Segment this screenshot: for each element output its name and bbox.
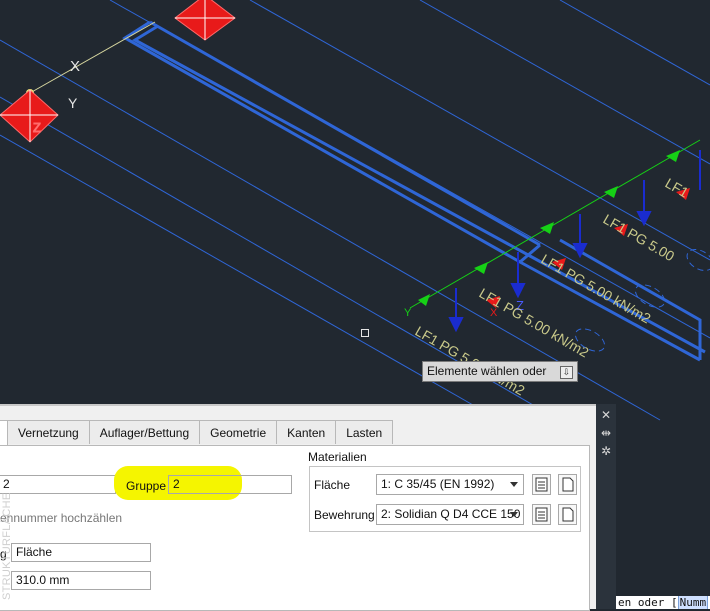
tab-kanten[interactable]: Kanten: [276, 420, 337, 444]
tab-vernetzung[interactable]: Vernetzung: [7, 420, 90, 444]
new-document-icon: [562, 477, 574, 492]
reinforcement-list-button[interactable]: [532, 504, 551, 525]
svg-text:Z: Z: [33, 120, 41, 135]
gear-icon[interactable]: ✲: [600, 444, 612, 458]
gruppe-field[interactable]: 2: [168, 475, 292, 494]
tab-bar: Vernetzung Auflager/Bettung Geometrie Ka…: [0, 420, 394, 446]
command-line[interactable]: en oder [Numm: [616, 596, 710, 609]
tab-lasten[interactable]: Lasten: [335, 420, 394, 444]
materials-title: Materialien: [308, 450, 367, 464]
member-local-axes: Y Z X: [404, 139, 701, 333]
properties-palette: Vernetzung Auflager/Bettung Geometrie Ka…: [0, 404, 596, 611]
chevron-down-icon: [510, 512, 518, 517]
support-icon: Z: [0, 89, 59, 143]
load-label: LF1: [663, 175, 692, 201]
axis-x-label: X: [70, 58, 80, 75]
load-label: LF1 PG 5.00 kN/m2: [477, 285, 592, 361]
tab-geometrie[interactable]: Geometrie: [199, 420, 278, 444]
axis-y-label: Y: [68, 95, 78, 111]
support-icon: [174, 0, 236, 41]
command-option-nummer[interactable]: Numm: [677, 596, 709, 609]
pick-box-cursor: [361, 329, 369, 337]
tab-content: 2 Gruppe 2 ennummer hochzählen g Fläche …: [0, 445, 590, 611]
materials-group: Fläche 1: C 35/45 (EN 1992) Bewehrung 2:…: [309, 466, 581, 532]
bewehrung-material-select[interactable]: 2: Solidian Q D4 CCE 150: [376, 504, 524, 525]
increment-number-label[interactable]: ennummer hochzählen: [0, 511, 122, 525]
thickness-field[interactable]: 310.0 mm: [11, 571, 151, 590]
command-tooltip: Elemente wählen oder ⇩: [422, 361, 578, 382]
type-field[interactable]: Fläche: [11, 543, 151, 562]
expand-icon[interactable]: ⇩: [560, 366, 573, 379]
material-list-button[interactable]: [532, 474, 551, 495]
palette-title: STRUKTURFLÄCHE: [1, 492, 13, 601]
new-document-icon: [562, 507, 574, 522]
document-list-icon: [535, 477, 548, 492]
material-new-button[interactable]: [558, 474, 577, 495]
flaeche-material-select[interactable]: 1: C 35/45 (EN 1992): [376, 474, 524, 495]
svg-text:Y: Y: [404, 307, 412, 319]
command-prompt: en oder [: [618, 596, 678, 609]
close-icon[interactable]: ✕: [600, 408, 612, 422]
number-field[interactable]: 2: [0, 475, 116, 494]
gruppe-label: Gruppe: [126, 479, 167, 493]
bewehrung-label: Bewehrung: [314, 508, 375, 522]
palette-side-strip: ✕ ⇹ ✲: [596, 404, 616, 609]
document-list-icon: [535, 507, 548, 522]
tab-auflager-bettung[interactable]: Auflager/Bettung: [88, 420, 201, 444]
load-label: LF1 PG 5.00: [601, 211, 678, 265]
flaeche-label: Fläche: [314, 478, 351, 492]
pin-icon[interactable]: ⇹: [600, 426, 612, 440]
construction-lines: [0, 0, 710, 421]
chevron-down-icon: [510, 482, 518, 487]
reinforcement-new-button[interactable]: [558, 504, 577, 525]
